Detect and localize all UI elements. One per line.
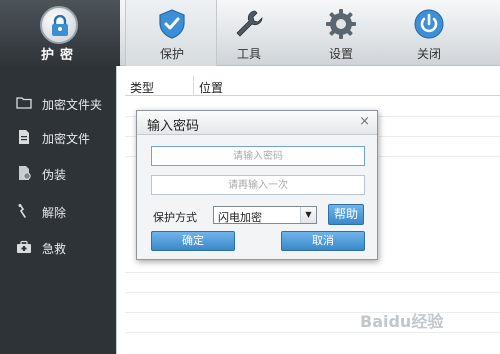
- wrench-icon: [236, 10, 263, 37]
- table-header: 类型 位置: [125, 76, 500, 96]
- brand-area: 护密: [0, 0, 120, 66]
- sidebar-item-encrypt-file[interactable]: 加密文件: [0, 126, 116, 150]
- tab-close-label: 关闭: [416, 47, 441, 61]
- tab-tools[interactable]: 工具: [203, 0, 295, 66]
- tab-close[interactable]: 关闭: [383, 0, 475, 66]
- table-row: [125, 272, 500, 273]
- protect-method-label: 保护方式: [153, 211, 197, 224]
- sidebar-item-label: 加密文件: [42, 132, 91, 146]
- shield-icon: [159, 9, 185, 39]
- confirm-password-input[interactable]: [151, 175, 365, 195]
- power-icon: [414, 9, 444, 39]
- lock-logo-icon: [40, 6, 78, 44]
- watermark-logo: Baidu经验: [360, 312, 444, 331]
- dialog-titlebar[interactable]: 输入密码 ×: [137, 111, 377, 135]
- dialog-title: 输入密码: [147, 119, 200, 134]
- sidebar-item-first-aid[interactable]: 急救: [0, 236, 116, 260]
- sidebar: 加密文件夹 加密文件 伪装 解除 急救: [0, 66, 116, 354]
- sidebar-item-label: 解除: [42, 206, 67, 220]
- first-aid-icon: [17, 240, 31, 253]
- folder-icon: [16, 97, 32, 109]
- protect-method-value: 闪电加密: [218, 211, 262, 224]
- unlock-icon: [18, 204, 26, 218]
- tab-settings-label: 设置: [328, 47, 353, 61]
- close-icon[interactable]: ×: [359, 114, 370, 129]
- table-row: [125, 292, 500, 293]
- sidebar-item-release[interactable]: 解除: [0, 200, 116, 224]
- file-icon: [19, 130, 29, 144]
- sidebar-item-label: 伪装: [42, 168, 67, 182]
- cancel-button[interactable]: 取消: [281, 231, 365, 251]
- column-header-type[interactable]: 类型: [130, 79, 154, 96]
- password-input[interactable]: [151, 146, 365, 166]
- ok-button[interactable]: 确定: [151, 231, 235, 251]
- table-row: [125, 312, 500, 313]
- password-dialog: 输入密码 × 保护方式 闪电加密 ▼ 帮助 确定 取消: [136, 110, 378, 260]
- column-header-location[interactable]: 位置: [199, 79, 223, 96]
- sidebar-item-label: 急救: [42, 242, 67, 256]
- disguise-icon: [19, 166, 31, 180]
- top-toolbar: 护密 保护 工具 设置 关闭: [0, 0, 500, 66]
- gear-icon: [326, 9, 356, 39]
- protect-method-select[interactable]: 闪电加密 ▼: [213, 206, 317, 224]
- chevron-down-icon[interactable]: ▼: [300, 207, 316, 223]
- brand-name: 护密: [40, 48, 79, 63]
- sidebar-item-disguise[interactable]: 伪装: [0, 162, 116, 186]
- sidebar-item-encrypt-folder[interactable]: 加密文件夹: [0, 92, 116, 116]
- column-divider[interactable]: [193, 76, 194, 96]
- help-button[interactable]: 帮助: [328, 204, 364, 225]
- sidebar-item-label: 加密文件夹: [42, 98, 103, 112]
- tab-tools-label: 工具: [236, 47, 261, 61]
- tab-settings[interactable]: 设置: [295, 0, 387, 66]
- table-row: [125, 332, 500, 333]
